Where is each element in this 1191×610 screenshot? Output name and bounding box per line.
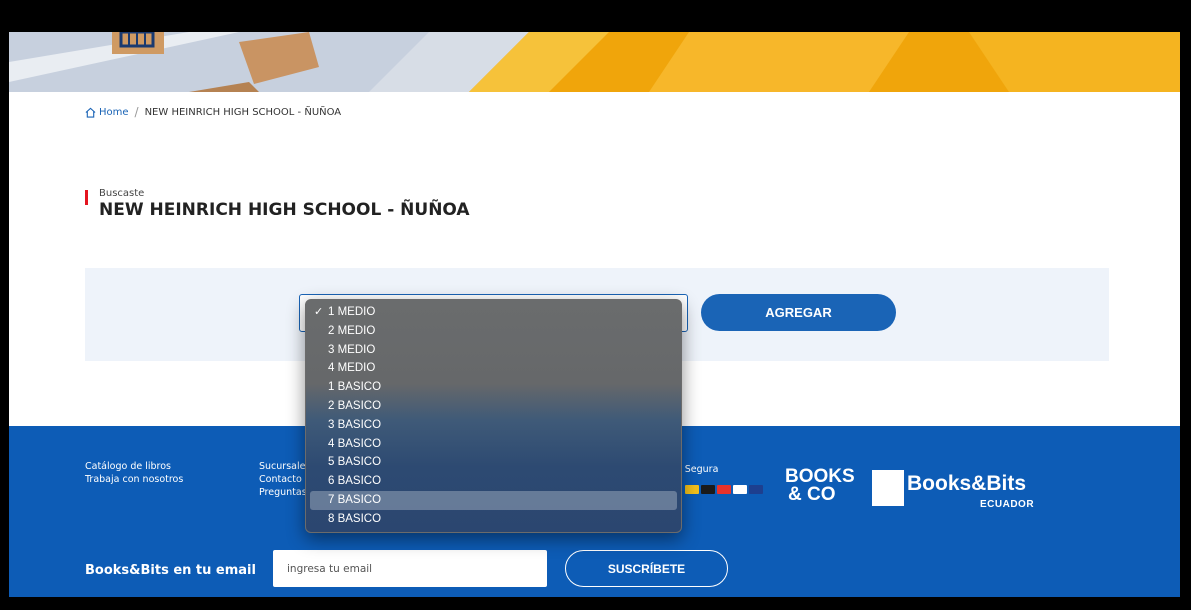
subscribe-button[interactable]: SUSCRÍBETE <box>565 550 728 587</box>
home-icon <box>85 107 96 118</box>
hero-banner <box>9 32 1180 92</box>
books-and-bits-logo[interactable]: Books&Bits ECUADOR <box>907 472 1034 510</box>
payment-badge-icon <box>701 485 715 494</box>
breadcrumb-current: NEW HEINRICH HIGH SCHOOL - ÑUÑOA <box>144 106 342 118</box>
add-button[interactable]: AGREGAR <box>701 294 896 331</box>
option-label: 7 BASICO <box>328 493 382 506</box>
page-title: NEW HEINRICH HIGH SCHOOL - ÑUÑOA <box>99 200 470 220</box>
breadcrumb: Home / NEW HEINRICH HIGH SCHOOL - ÑUÑOA <box>85 105 341 119</box>
option-label: 3 BASICO <box>328 418 382 431</box>
accent-bar <box>85 190 88 205</box>
option-label: 4 BASICO <box>328 437 382 450</box>
option-label: 2 MEDIO <box>328 324 376 337</box>
email-input[interactable] <box>273 550 547 587</box>
logo-text-line-2: & CO <box>788 484 836 505</box>
books-and-co-logo[interactable]: BOOKS & CO <box>785 467 904 506</box>
dropdown-option[interactable]: 4 MEDIO <box>310 359 677 378</box>
search-label: Buscaste <box>99 188 145 199</box>
dropdown-option[interactable]: 6 BASICO <box>310 472 677 491</box>
page: Home / NEW HEINRICH HIGH SCHOOL - ÑUÑOA … <box>9 10 1180 597</box>
dropdown-option[interactable]: 1 BASICO <box>310 378 677 397</box>
cart-icon <box>112 32 164 54</box>
option-label: 1 BASICO <box>328 381 382 394</box>
footer-link-jobs[interactable]: Trabaja con nosotros <box>85 473 183 486</box>
top-strip <box>9 10 1180 32</box>
option-label: 8 BASICO <box>328 512 382 525</box>
dropdown-option[interactable]: 5 BASICO <box>310 453 677 472</box>
dropdown-option[interactable]: 2 MEDIO <box>310 322 677 341</box>
dropdown-option[interactable]: 3 BASICO <box>310 416 677 435</box>
option-label: 6 BASICO <box>328 475 382 488</box>
footer-link-branches[interactable]: Sucursale <box>259 460 307 473</box>
option-label: 5 BASICO <box>328 456 382 469</box>
option-label: 3 MEDIO <box>328 343 376 356</box>
dropdown-option[interactable]: 4 BASICO <box>310 435 677 454</box>
breadcrumb-home-label: Home <box>99 106 129 118</box>
option-label: 1 MEDIO <box>328 306 376 318</box>
mastercard-icon <box>717 485 731 494</box>
payment-badge-icon <box>685 485 699 494</box>
visa-electron-icon <box>749 485 763 494</box>
breadcrumb-home-link[interactable]: Home <box>85 107 129 118</box>
logo-name: Books&Bits <box>907 472 1027 495</box>
footer-link-faq[interactable]: Preguntas <box>259 486 307 499</box>
newsletter-label: Books&Bits en tu email <box>85 563 256 578</box>
logo-subtitle: ECUADOR <box>980 499 1035 510</box>
check-icon: ✓ <box>314 306 324 318</box>
footer-col-2: Sucursale Contacto Preguntas <box>259 460 307 499</box>
breadcrumb-separator: / <box>134 105 139 119</box>
option-label: 4 MEDIO <box>328 362 376 375</box>
footer-link-contact[interactable]: Contacto <box>259 473 307 486</box>
dropdown-option[interactable]: ✓ 1 MEDIO <box>310 303 677 322</box>
dropdown-option[interactable]: 2 BASICO <box>310 397 677 416</box>
visa-icon <box>733 485 747 494</box>
option-label: 2 BASICO <box>328 399 382 412</box>
course-dropdown-menu: ✓ 1 MEDIO 2 MEDIO 3 MEDIO 4 MEDIO 1 BASIC… <box>305 299 682 533</box>
payment-icons <box>685 485 763 494</box>
logo-square <box>872 470 904 506</box>
footer-link-catalog[interactable]: Catálogo de libros <box>85 460 183 473</box>
dropdown-option[interactable]: 8 BASICO <box>310 510 677 529</box>
footer-col-1: Catálogo de libros Trabaja con nosotros <box>85 460 183 486</box>
dropdown-option-highlighted[interactable]: 7 BASICO <box>310 490 677 510</box>
dropdown-option[interactable]: 3 MEDIO <box>310 341 677 360</box>
